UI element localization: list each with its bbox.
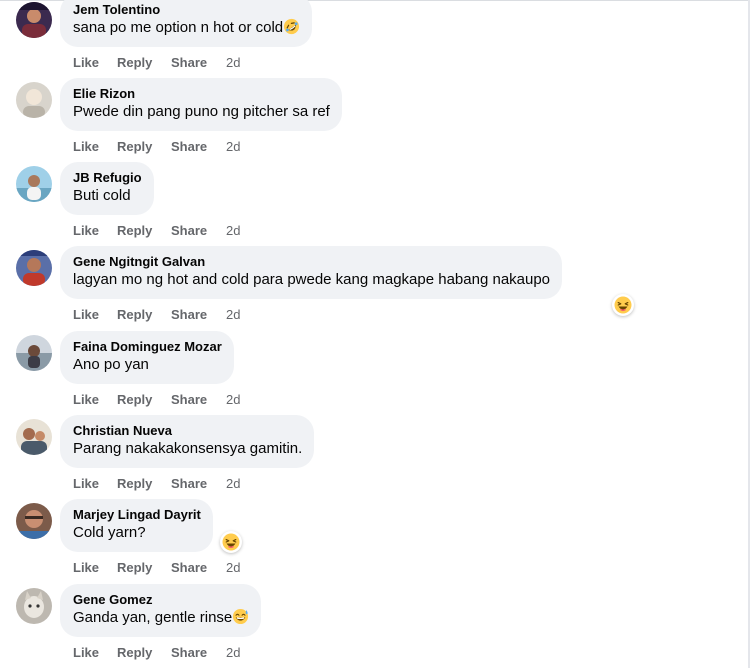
avatar[interactable] (16, 82, 52, 118)
comment-text: Cold yarn? (73, 524, 146, 541)
like-link[interactable]: Like (73, 139, 99, 155)
avatar-image (16, 419, 52, 455)
reply-link[interactable]: Reply (117, 139, 152, 155)
comment-text-row: sana po me option n hot or cold (73, 18, 300, 38)
comment-bubble: Jem Tolentino sana po me option n hot or… (60, 0, 313, 47)
grinning-sweat-emoji (232, 608, 249, 625)
comment-item: Christian Nueva Parang nakakakonsensya g… (0, 409, 750, 493)
comment-text: Pwede din pang puno ng pitcher sa ref (73, 103, 330, 120)
comment-text: lagyan mo ng hot and cold para pwede kan… (73, 271, 551, 288)
comment-item: Jem Tolentino sana po me option n hot or… (0, 0, 750, 72)
avatar-image (16, 503, 52, 539)
comment-item: JB Refugio Buti cold Like Reply Share 2d (0, 156, 750, 240)
comment-item: Elie Rizon Pwede din pang puno ng pitche… (0, 72, 750, 156)
avatar[interactable] (16, 588, 52, 624)
comment-timestamp[interactable]: 2d (226, 307, 240, 323)
share-link[interactable]: Share (171, 392, 207, 408)
avatar-image (16, 166, 52, 202)
avatar[interactable] (16, 503, 52, 539)
like-link[interactable]: Like (73, 476, 99, 492)
avatar-image (16, 588, 52, 624)
comment-bubble: Marjey Lingad Dayrit Cold yarn? (60, 499, 213, 552)
comment-timestamp[interactable]: 2d (226, 645, 240, 661)
comment-timestamp[interactable]: 2d (226, 55, 240, 71)
like-link[interactable]: Like (73, 307, 99, 323)
reply-link[interactable]: Reply (117, 476, 152, 492)
like-link[interactable]: Like (73, 645, 99, 661)
comment-author[interactable]: JB Refugio (73, 170, 142, 186)
reply-link[interactable]: Reply (117, 645, 152, 661)
comment-author[interactable]: Christian Nueva (73, 423, 302, 439)
haha-reaction-icon[interactable] (220, 531, 242, 553)
comment-text: Ano po yan (73, 356, 149, 373)
share-link[interactable]: Share (171, 307, 207, 323)
comment-author[interactable]: Marjey Lingad Dayrit (73, 507, 201, 523)
comment-timestamp[interactable]: 2d (226, 560, 240, 576)
comment-bubble: Christian Nueva Parang nakakakonsensya g… (60, 415, 315, 468)
comment-text: Ganda yan, gentle rinse (73, 609, 233, 626)
share-link[interactable]: Share (171, 139, 207, 155)
share-link[interactable]: Share (171, 645, 207, 661)
avatar[interactable] (16, 166, 52, 202)
comment-author[interactable]: Gene Gomez (73, 592, 249, 608)
share-link[interactable]: Share (171, 560, 207, 576)
comment-author[interactable]: Faina Dominguez Mozar (73, 339, 222, 355)
comment-item: Gene Gomez Ganda yan, gentle rinse Like … (0, 578, 750, 662)
reply-link[interactable]: Reply (117, 392, 152, 408)
comment-bubble: JB Refugio Buti cold (60, 162, 154, 215)
comment-item: Gene Ngitngit Galvan lagyan mo ng hot an… (0, 240, 750, 324)
comment-bubble: Gene Gomez Ganda yan, gentle rinse (60, 584, 262, 637)
comment-item: Marjey Lingad Dayrit Cold yarn? Like Rep… (0, 493, 750, 577)
comment-timestamp[interactable]: 2d (226, 392, 240, 408)
avatar[interactable] (16, 2, 52, 38)
avatar-image (16, 250, 52, 286)
reply-link[interactable]: Reply (117, 223, 152, 239)
comment-text: Buti cold (73, 187, 131, 204)
haha-reaction-icon[interactable] (612, 294, 634, 316)
reply-link[interactable]: Reply (117, 307, 152, 323)
comment-timestamp[interactable]: 2d (226, 139, 240, 155)
comment-text: sana po me option n hot or cold (73, 19, 284, 36)
share-link[interactable]: Share (171, 55, 207, 71)
share-link[interactable]: Share (171, 223, 207, 239)
like-link[interactable]: Like (73, 560, 99, 576)
comment-text: Parang nakakakonsensya gamitin. (73, 440, 303, 457)
comment-bubble: Gene Ngitngit Galvan lagyan mo ng hot an… (60, 246, 563, 299)
comment-item: Faina Dominguez Mozar Ano po yan Like Re… (0, 325, 750, 409)
like-link[interactable]: Like (73, 223, 99, 239)
avatar-image (16, 2, 52, 38)
like-link[interactable]: Like (73, 392, 99, 408)
comment-timestamp[interactable]: 2d (226, 476, 240, 492)
comment-bubble: Elie Rizon Pwede din pang puno ng pitche… (60, 78, 342, 131)
avatar-image (16, 335, 52, 371)
avatar[interactable] (16, 250, 52, 286)
rolling-on-floor-laughing-emoji (283, 18, 300, 35)
comment-text-row: Ganda yan, gentle rinse (73, 608, 249, 628)
comment-author[interactable]: Jem Tolentino (73, 2, 300, 18)
avatar-image (16, 82, 52, 118)
comment-author[interactable]: Elie Rizon (73, 86, 330, 102)
avatar[interactable] (16, 335, 52, 371)
like-link[interactable]: Like (73, 55, 99, 71)
comment-author[interactable]: Gene Ngitngit Galvan (73, 254, 550, 270)
comment-bubble: Faina Dominguez Mozar Ano po yan (60, 331, 234, 384)
comment-timestamp[interactable]: 2d (226, 223, 240, 239)
share-link[interactable]: Share (171, 476, 207, 492)
reply-link[interactable]: Reply (117, 560, 152, 576)
avatar[interactable] (16, 419, 52, 455)
reply-link[interactable]: Reply (117, 55, 152, 71)
